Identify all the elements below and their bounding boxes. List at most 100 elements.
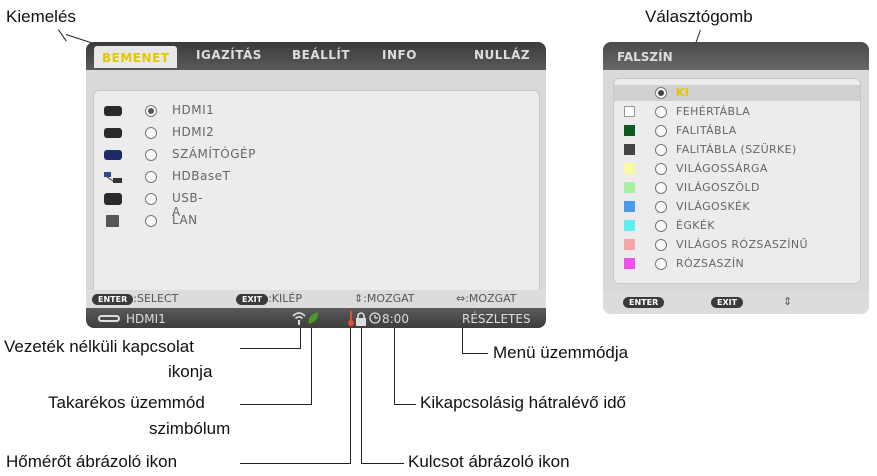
help-updown: ⇕:MOZGAT bbox=[354, 292, 415, 305]
color-option-sky-blue[interactable]: ÉGKÉK bbox=[614, 218, 860, 234]
color-option-light-pink[interactable]: VILÁGOS RÓZSASZÍNŰ bbox=[614, 237, 860, 253]
input-source-icon bbox=[98, 315, 120, 322]
tab-info[interactable]: INFO bbox=[382, 48, 417, 70]
radio-button[interactable] bbox=[655, 106, 667, 118]
help-bar: ENTER:SELECT EXIT:KILÉP ⇕:MOZGAT ⇔:MOZGA… bbox=[86, 290, 546, 308]
timer-icon bbox=[369, 312, 381, 327]
radio-selected[interactable] bbox=[145, 105, 157, 117]
radio-button[interactable] bbox=[145, 171, 157, 183]
color-option-label: VILÁGOSSÁRGA bbox=[676, 162, 768, 175]
hdmi-icon bbox=[104, 128, 122, 138]
color-option-label: VILÁGOSZÖLD bbox=[676, 181, 760, 194]
radio-button[interactable] bbox=[145, 193, 157, 205]
radio-button[interactable] bbox=[145, 215, 157, 227]
callout-mode: Menü üzemmódja bbox=[493, 343, 629, 362]
source-label: HDMI2 bbox=[172, 125, 215, 139]
color-help-bar: ENTER EXIT ⇕ bbox=[603, 292, 869, 314]
callout-timer-v bbox=[394, 327, 395, 405]
radio-button[interactable] bbox=[655, 125, 667, 137]
source-label: SZÁMÍTÓGÉP bbox=[172, 147, 256, 161]
tab-bar: BEMENET IGAZÍTÁS BEÁLLÍT INFO NULLÁZ bbox=[86, 42, 546, 70]
color-option-pink[interactable]: RÓZSASZÍN bbox=[614, 256, 860, 272]
color-option-label: FEHÉRTÁBLA bbox=[676, 105, 751, 118]
menu-mode: RÉSZLETES bbox=[462, 312, 531, 326]
eco-leaf-icon bbox=[307, 311, 319, 328]
lock-key-icon bbox=[355, 311, 367, 328]
main-menu-window: BEMENET IGAZÍTÁS BEÁLLÍT INFO NULLÁZ HDM… bbox=[86, 42, 546, 328]
radio-button[interactable] bbox=[655, 239, 667, 251]
tab-bemenet[interactable]: BEMENET bbox=[94, 46, 178, 68]
enter-key-badge: ENTER bbox=[623, 297, 665, 308]
callout-mode-h bbox=[462, 353, 488, 354]
color-swatch bbox=[624, 182, 635, 193]
callout-wireless: Vezeték nélküli kapcsolat bbox=[4, 337, 194, 356]
lan-icon bbox=[106, 215, 119, 227]
callout-wireless-2: ikonja bbox=[168, 362, 213, 381]
color-option-label: FALITÁBLA (SZÜRKE) bbox=[676, 143, 797, 156]
radio-selected[interactable] bbox=[655, 87, 667, 99]
color-option-label: FALITÁBLA bbox=[676, 124, 737, 137]
help-exit: EXIT:KILÉP bbox=[236, 292, 302, 305]
color-swatch bbox=[624, 163, 635, 174]
color-menu-header: FALSZÍN bbox=[603, 42, 869, 70]
color-option-light-yellow[interactable]: VILÁGOSSÁRGA bbox=[614, 161, 860, 177]
color-option-label: RÓZSASZÍN bbox=[676, 257, 745, 270]
status-bar: HDMI1 8:00 RÉSZLETES bbox=[86, 308, 546, 328]
color-option-light-green[interactable]: VILÁGOSZÖLD bbox=[614, 180, 860, 196]
source-label: LAN bbox=[172, 213, 198, 227]
exit-key-badge: EXIT bbox=[236, 293, 269, 305]
callout-key-h bbox=[361, 463, 404, 464]
color-swatch bbox=[624, 144, 635, 155]
thermometer-icon bbox=[347, 311, 355, 328]
callout-wireless-v bbox=[300, 327, 301, 349]
color-option-blackboard-gray[interactable]: FALITÁBLA (SZÜRKE) bbox=[614, 142, 860, 158]
callout-eco-v bbox=[311, 327, 312, 405]
color-swatch bbox=[624, 106, 635, 117]
callout-mode-v bbox=[462, 327, 463, 354]
tab-igazitas[interactable]: IGAZÍTÁS bbox=[196, 48, 262, 70]
exit-key-badge: EXIT bbox=[711, 297, 744, 308]
enter-key-badge: ENTER bbox=[92, 293, 134, 305]
radio-button[interactable] bbox=[655, 201, 667, 213]
color-option-blackboard[interactable]: FALITÁBLA bbox=[614, 123, 860, 139]
callout-highlight: Kiemelés bbox=[6, 7, 76, 26]
color-swatch bbox=[624, 239, 635, 250]
callout-eco-2: szimbólum bbox=[149, 419, 231, 438]
source-label: HDBaseT bbox=[172, 169, 231, 183]
color-swatch bbox=[624, 201, 635, 212]
usb-icon bbox=[104, 193, 122, 205]
help-enter: ENTER:SELECT bbox=[92, 292, 178, 305]
help-exit-text: :KILÉP bbox=[268, 292, 302, 305]
callout-key: Kulcsot ábrázoló ikon bbox=[408, 452, 570, 471]
tab-nullaz[interactable]: NULLÁZ bbox=[474, 48, 530, 70]
color-option-ki[interactable]: KI bbox=[614, 85, 860, 101]
source-label: HDMI1 bbox=[172, 103, 215, 117]
color-option-light-blue[interactable]: VILÁGOSKÉK bbox=[614, 199, 860, 215]
color-option-label: VILÁGOS RÓZSASZÍNŰ bbox=[676, 238, 808, 251]
hdbaset-icon bbox=[104, 172, 122, 183]
callout-thermo: Hőmérőt ábrázoló ikon bbox=[6, 452, 178, 471]
radio-button[interactable] bbox=[655, 220, 667, 232]
computer-icon bbox=[104, 150, 122, 160]
radio-button[interactable] bbox=[655, 182, 667, 194]
tab-beallit[interactable]: BEÁLLÍT bbox=[292, 48, 350, 70]
callout-eco-h bbox=[240, 404, 311, 405]
radio-button[interactable] bbox=[655, 163, 667, 175]
callout-timer-h bbox=[394, 404, 416, 405]
radio-button[interactable] bbox=[655, 258, 667, 270]
radio-button[interactable] bbox=[145, 127, 157, 139]
color-options-panel: KI FEHÉRTÁBLA FALITÁBLA FALITÁBLA (SZÜRK… bbox=[613, 78, 861, 284]
radio-button[interactable] bbox=[145, 149, 157, 161]
callout-key-v bbox=[361, 327, 362, 464]
status-input: HDMI1 bbox=[126, 312, 166, 326]
color-option-whiteboard[interactable]: FEHÉRTÁBLA bbox=[614, 104, 860, 120]
help-enter-text: :SELECT bbox=[133, 292, 179, 305]
color-swatch bbox=[624, 125, 635, 136]
callout-wireless-h bbox=[240, 348, 301, 349]
callout-timer: Kikapcsolásig hátralévő idő bbox=[420, 393, 627, 412]
updown-icon: ⇕ bbox=[783, 295, 793, 308]
callout-selector: Választógomb bbox=[645, 7, 753, 26]
color-option-label: ÉGKÉK bbox=[676, 219, 715, 232]
radio-button[interactable] bbox=[655, 144, 667, 156]
wall-color-menu-window: FALSZÍN KI FEHÉRTÁBLA FALITÁBLA FALITÁBL… bbox=[603, 42, 869, 314]
